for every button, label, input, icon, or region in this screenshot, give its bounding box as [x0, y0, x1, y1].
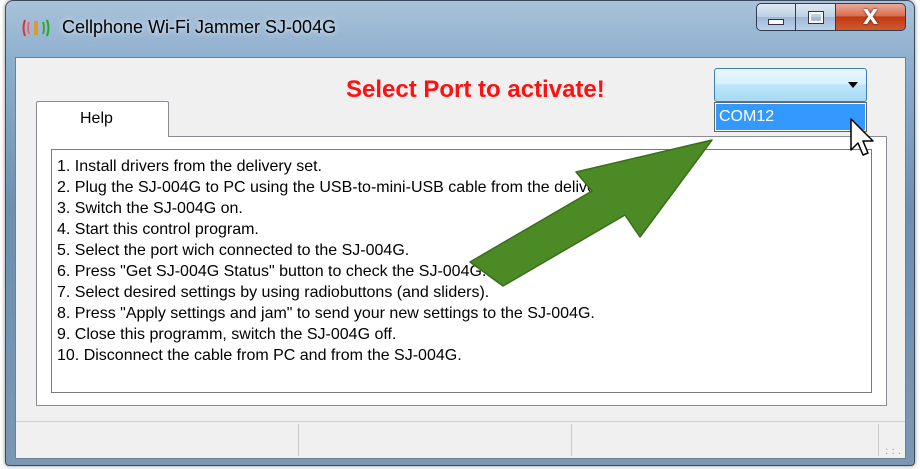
- status-panel: [571, 424, 572, 456]
- activation-banner: Select Port to activate!: [346, 76, 605, 103]
- maximize-icon: [807, 10, 824, 24]
- help-instructions: 1. Install drivers from the delivery set…: [51, 149, 872, 393]
- status-panel: [298, 424, 299, 456]
- port-dropdown-list: COM12: [714, 102, 867, 132]
- status-bar: . .. . .: [16, 421, 905, 458]
- window-controls: X: [756, 3, 906, 33]
- help-line: 10. Disconnect the cable from PC and fro…: [57, 347, 462, 364]
- help-line: 4. Start this control program.: [57, 221, 259, 238]
- help-line: 1. Install drivers from the delivery set…: [57, 158, 322, 175]
- status-panel: [878, 424, 879, 456]
- window-title: Cellphone Wi-Fi Jammer SJ-004G: [62, 17, 337, 37]
- tab-help-label: Help: [80, 110, 113, 127]
- help-line: 8. Press "Apply settings and jam" to sen…: [57, 305, 595, 322]
- minimize-button[interactable]: [756, 3, 796, 31]
- close-button[interactable]: X: [836, 3, 906, 31]
- help-line: 2. Plug the SJ-004G to PC using the USB-…: [57, 179, 640, 196]
- maximize-button[interactable]: [796, 3, 836, 31]
- resize-grip-icon[interactable]: . .. . .: [885, 443, 901, 457]
- help-line: 3. Switch the SJ-004G on.: [57, 200, 243, 217]
- chevron-down-icon[interactable]: [848, 82, 858, 88]
- app-window: Cellphone Wi-Fi Jammer SJ-004G X Select …: [5, 0, 915, 466]
- tab-help[interactable]: Help: [36, 101, 169, 137]
- help-line: 9. Close this programm, switch the SJ-00…: [57, 326, 397, 343]
- port-select[interactable]: [714, 68, 867, 102]
- minimize-icon: [768, 19, 784, 25]
- help-line: 5. Select the port wich connected to the…: [57, 242, 410, 259]
- client-area: Select Port to activate! COM12 Help 1. I…: [15, 57, 906, 459]
- port-option-com12[interactable]: COM12: [716, 104, 865, 130]
- close-icon: X: [862, 5, 879, 29]
- help-line: 7. Select desired settings by using radi…: [57, 284, 490, 301]
- title-bar[interactable]: Cellphone Wi-Fi Jammer SJ-004G X: [6, 1, 914, 57]
- signal-waves-icon: [22, 19, 50, 37]
- help-line: 6. Press "Get SJ-004G Status" button to …: [57, 263, 487, 280]
- help-tab-panel: 1. Install drivers from the delivery set…: [36, 136, 887, 406]
